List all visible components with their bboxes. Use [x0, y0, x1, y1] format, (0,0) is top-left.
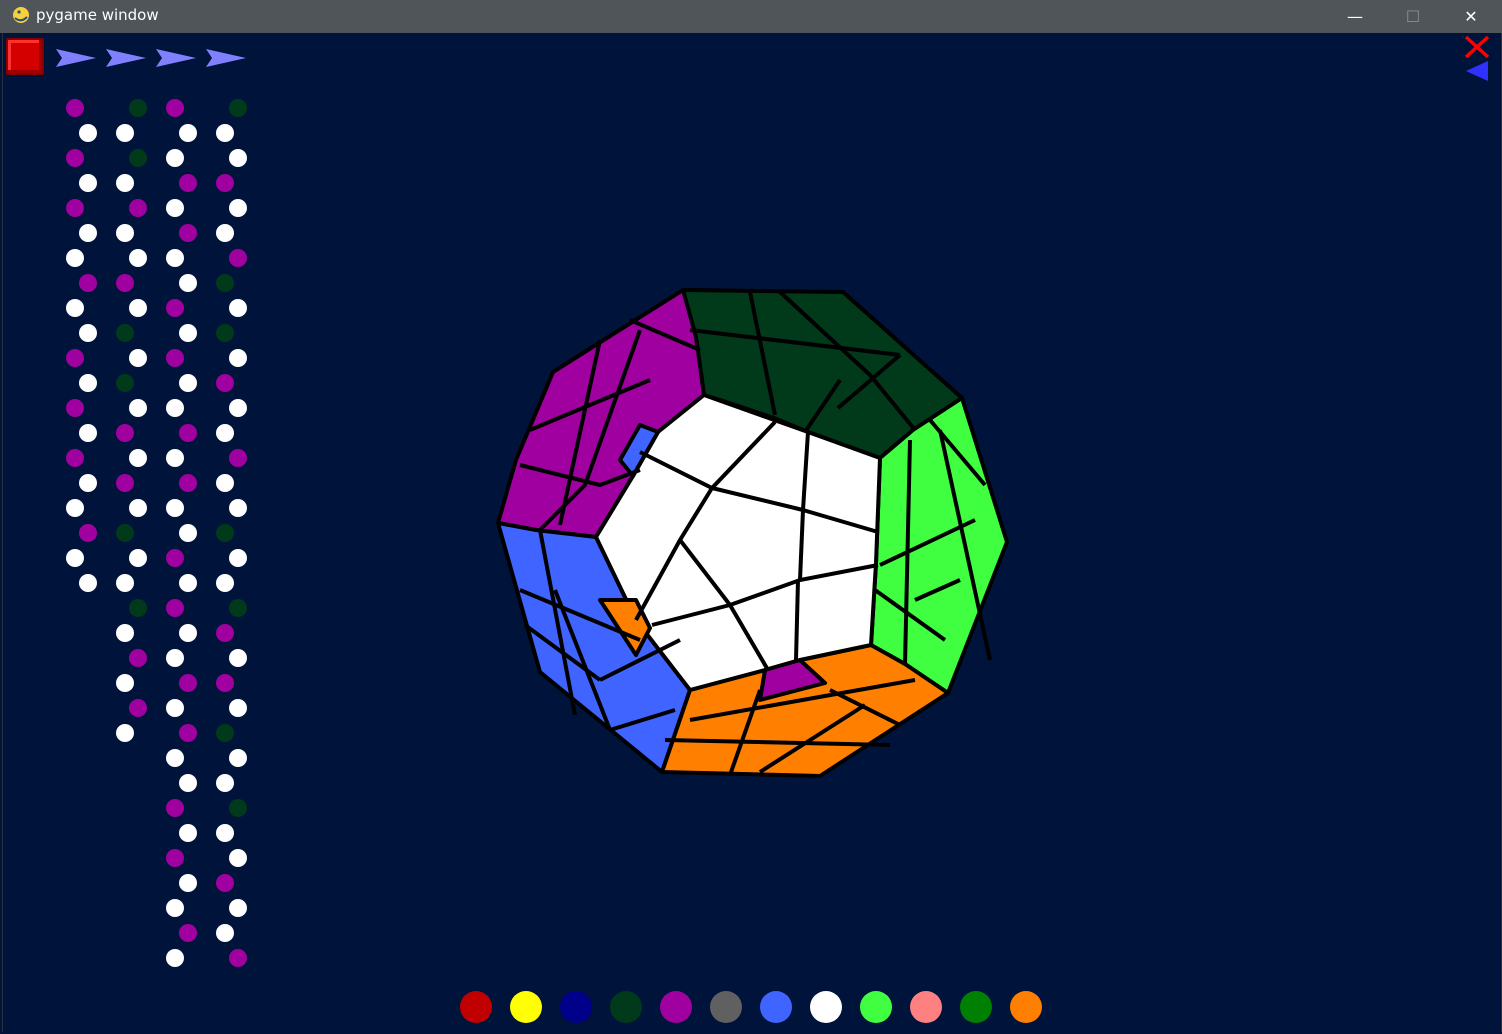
- palette-swatch-dark-green[interactable]: [610, 991, 642, 1023]
- palette-swatch-navy[interactable]: [560, 991, 592, 1023]
- color-palette: [460, 991, 1042, 1023]
- palette-swatch-red[interactable]: [460, 991, 492, 1023]
- palette-swatch-purple[interactable]: [660, 991, 692, 1023]
- palette-swatch-white[interactable]: [810, 991, 842, 1023]
- palette-swatch-orange[interactable]: [1010, 991, 1042, 1023]
- palette-swatch-blue[interactable]: [760, 991, 792, 1023]
- palette-swatch-light-green[interactable]: [860, 991, 892, 1023]
- palette-swatch-pink[interactable]: [910, 991, 942, 1023]
- palette-swatch-green[interactable]: [960, 991, 992, 1023]
- palette-swatch-yellow[interactable]: [510, 991, 542, 1023]
- palette-swatch-gray[interactable]: [710, 991, 742, 1023]
